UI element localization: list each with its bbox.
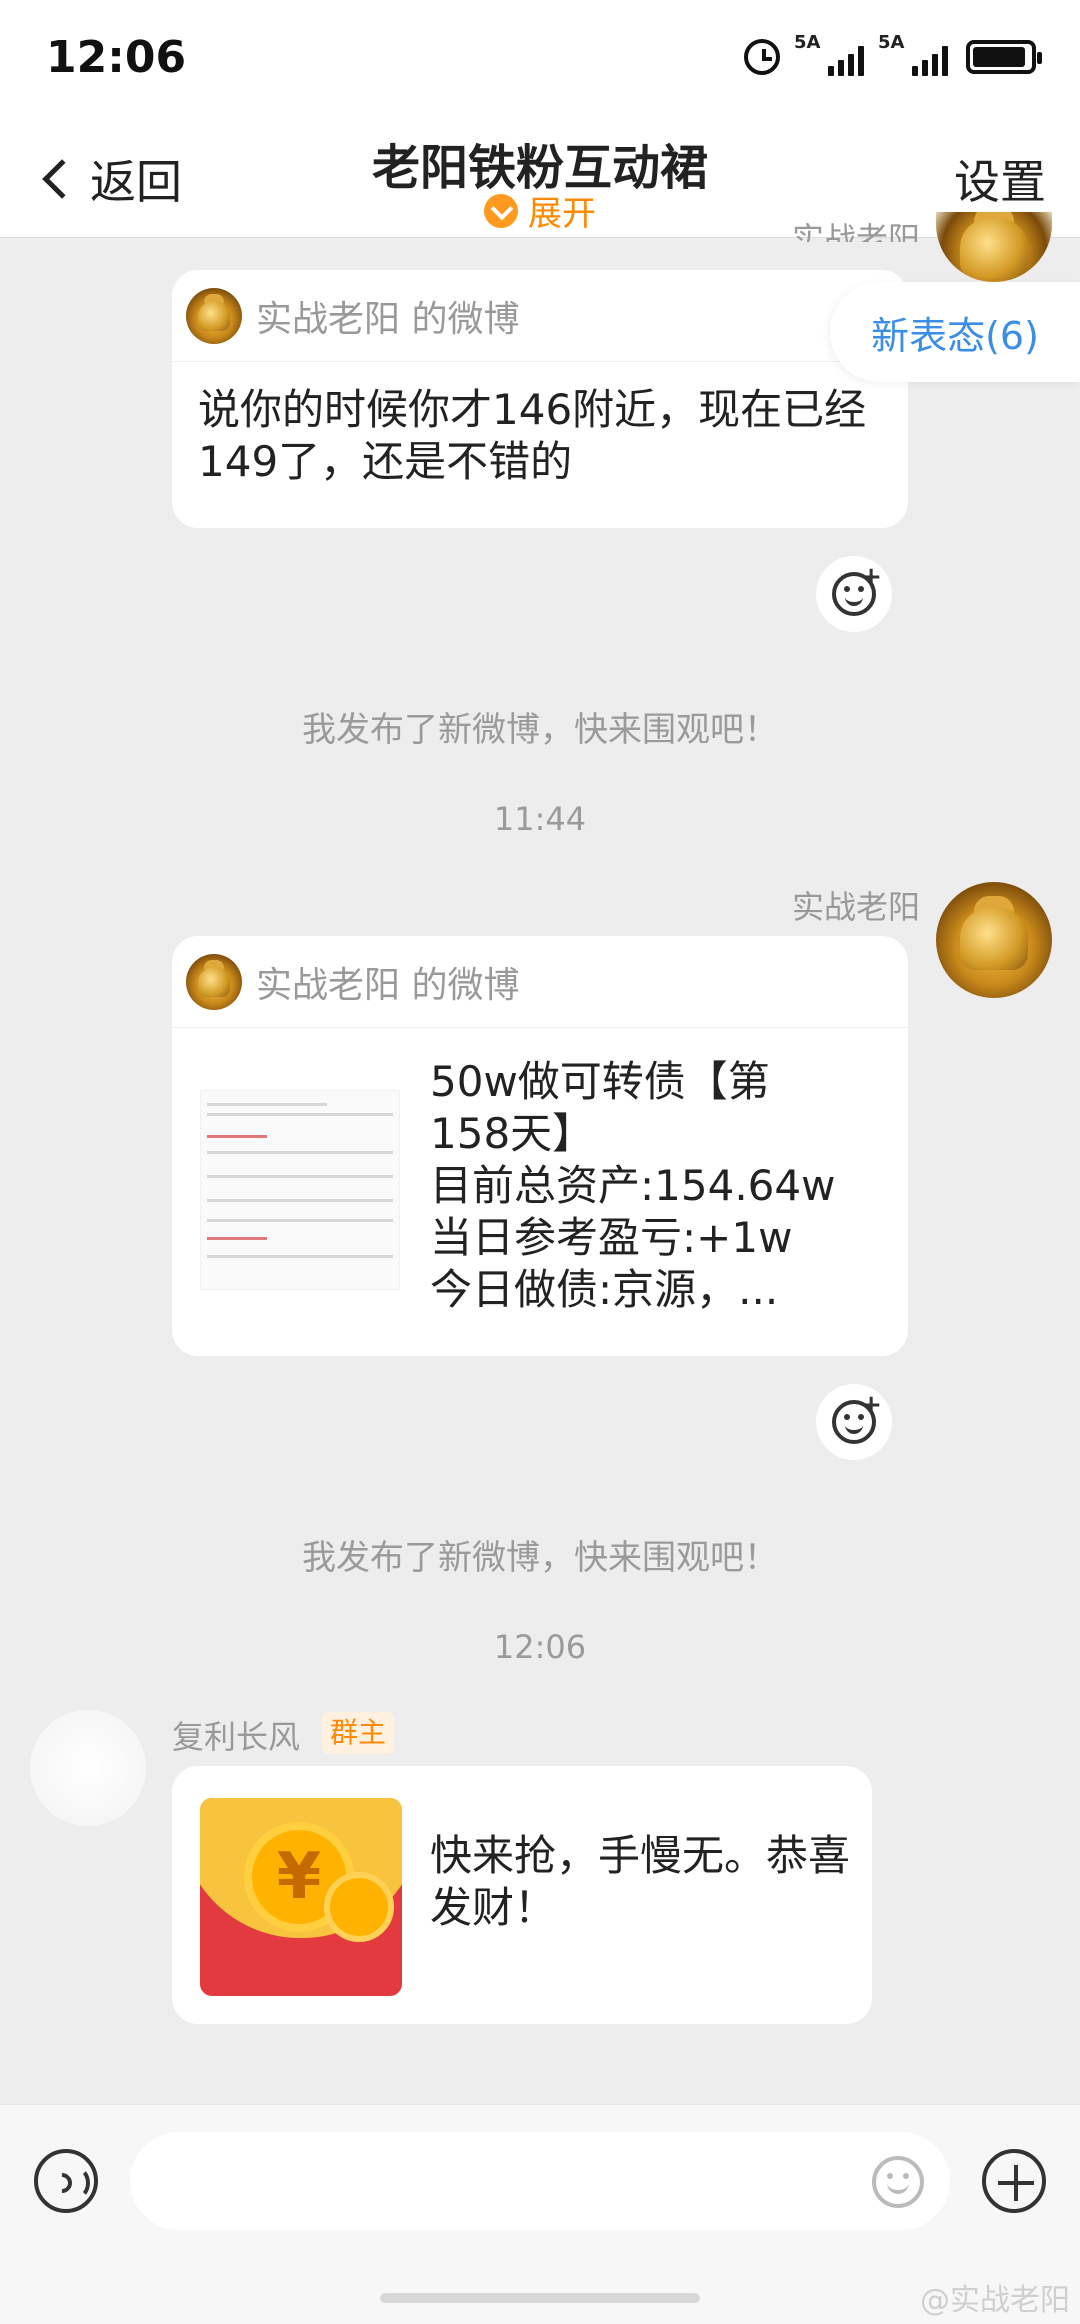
signal-icon: 5A [794, 32, 864, 76]
weibo-text: 说你的时候你才146附近，现在已经149了，还是不错的 [198, 385, 867, 486]
add-reaction-button[interactable]: + [816, 556, 892, 632]
red-packet-text: 快来抢，手慢无。恭喜发财！ [430, 1831, 851, 1932]
system-message: 我发布了新微博，快来围观吧！ [302, 1538, 778, 1578]
watermark: @实战老阳 [920, 2283, 1070, 2318]
alarm-icon [744, 39, 780, 75]
weibo-card-header: 实战老阳 的微博 [172, 936, 908, 1028]
avatar[interactable] [30, 1710, 146, 1826]
battery-icon [966, 40, 1042, 74]
plus-icon: + [860, 1390, 882, 1420]
sender-name: 实战老阳 [791, 888, 920, 926]
plus-icon[interactable] [982, 2149, 1046, 2213]
sim2-label: 5A [878, 32, 905, 53]
new-status-button[interactable]: 新表态(6) [830, 282, 1080, 382]
avatar [186, 287, 242, 344]
expand-label: 展开 [528, 194, 596, 234]
settings-button[interactable]: 设置 [954, 146, 1046, 212]
weibo-card[interactable]: 实战老阳 的微博 说你的时候你才146附近，现在已经149了，还是不错的 [172, 270, 908, 528]
voice-icon[interactable] [34, 2149, 98, 2213]
weibo-card-header: 实战老阳 的微博 [172, 270, 908, 362]
timestamp: 11:44 [493, 800, 587, 838]
avatar [186, 953, 242, 1010]
plus-icon: + [860, 562, 882, 592]
signal-icon: 5A [878, 32, 948, 76]
avatar[interactable] [936, 212, 1052, 282]
add-reaction-button[interactable]: + [816, 1384, 892, 1460]
owner-badge: 群主 [322, 1712, 395, 1754]
emoji-icon[interactable] [872, 2156, 924, 2208]
message-input[interactable] [130, 2132, 950, 2230]
avatar[interactable] [936, 882, 1052, 998]
red-packet-icon[interactable]: ¥ [200, 1798, 402, 1996]
chevron-down-icon [484, 193, 518, 228]
weibo-image-thumbnail[interactable] [200, 1090, 400, 1290]
sender-name: 实战老阳 [791, 220, 920, 242]
status-icons: 5A 5A [744, 32, 1042, 76]
status-time: 12:06 [46, 32, 187, 83]
system-message: 我发布了新微博，快来围观吧！ [302, 710, 778, 750]
status-bar: 12:06 5A 5A [0, 0, 1080, 120]
home-indicator[interactable] [380, 2293, 700, 2303]
timestamp: 12:06 [493, 1628, 587, 1666]
weibo-card-label: 实战老阳 的微博 [256, 964, 520, 1006]
weibo-text: 50w做可转债【第 158天】 目前总资产:154.64w 当日参考盈亏:+1w… [430, 1057, 836, 1314]
sender-name: 复利长风 [172, 1718, 301, 1756]
sim1-label: 5A [794, 32, 821, 53]
weibo-card-label: 实战老阳 的微博 [256, 298, 520, 340]
